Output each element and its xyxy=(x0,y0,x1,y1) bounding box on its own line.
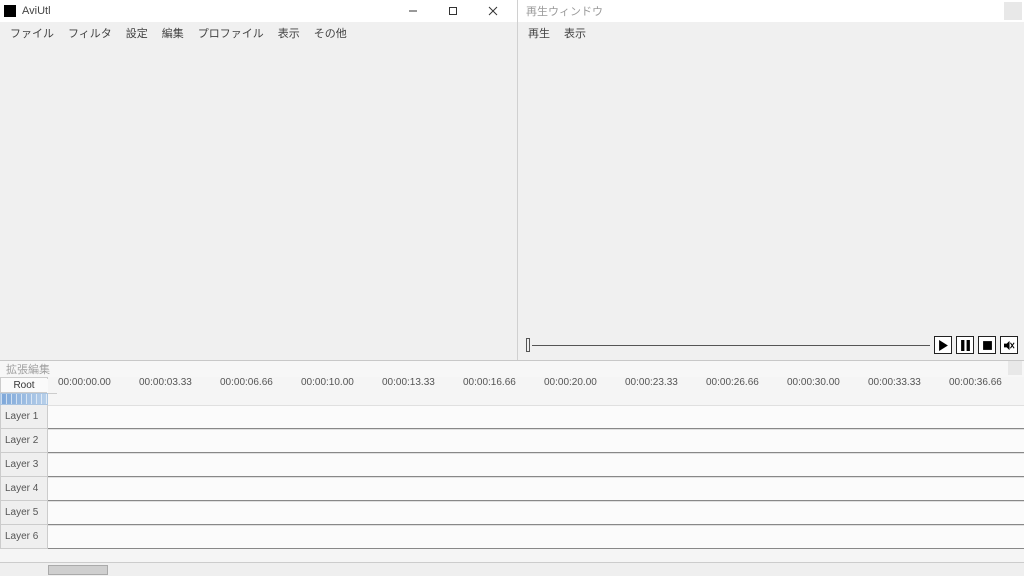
close-button[interactable] xyxy=(473,0,513,22)
main-menubar: ファイル フィルタ 設定 編集 プロファイル 表示 その他 xyxy=(0,22,517,44)
layer-track[interactable] xyxy=(48,405,1024,429)
playback-titlebar[interactable]: 再生ウィンドウ xyxy=(518,0,1024,22)
layer-track[interactable] xyxy=(48,429,1024,453)
timeline-ruler[interactable]: 00:00:00.00 00:00:03.33 00:00:06.66 00:00:1… xyxy=(48,377,1024,393)
layer-label[interactable]: Layer 4 xyxy=(0,477,48,501)
layer-tracks-area[interactable] xyxy=(48,405,1024,562)
menu-filter[interactable]: フィルタ xyxy=(62,23,118,43)
ruler-timecode: 00:00:16.66 xyxy=(463,377,516,388)
pb-menu-play[interactable]: 再生 xyxy=(522,23,556,43)
main-canvas[interactable] xyxy=(0,44,517,360)
timeline-horizontal-scrollbar[interactable] xyxy=(0,562,1024,576)
pause-button[interactable] xyxy=(956,336,974,354)
mute-button[interactable] xyxy=(1000,336,1018,354)
slider-thumb[interactable] xyxy=(526,338,530,352)
slider-track xyxy=(532,345,930,346)
playback-slider[interactable] xyxy=(526,338,930,352)
ruler-timecode: 00:00:20.00 xyxy=(544,377,597,388)
ruler-timecode: 00:00:00.00 xyxy=(58,377,111,388)
playback-title: 再生ウィンドウ xyxy=(526,3,603,19)
menu-edit[interactable]: 編集 xyxy=(156,23,190,43)
maximize-button[interactable] xyxy=(433,0,473,22)
layer-label[interactable]: Layer 1 xyxy=(0,405,48,429)
timeline-root-scene[interactable]: Root × xyxy=(0,377,48,393)
menu-profile[interactable]: プロファイル xyxy=(192,23,270,43)
play-button[interactable] xyxy=(934,336,952,354)
stop-button[interactable] xyxy=(978,336,996,354)
playback-menubar: 再生 表示 xyxy=(518,22,1024,44)
ruler-timecode: 00:00:06.66 xyxy=(220,377,273,388)
minimize-button[interactable] xyxy=(393,0,433,22)
ruler-timecode: 00:00:13.33 xyxy=(382,377,435,388)
menu-settings[interactable]: 設定 xyxy=(120,23,154,43)
playback-window: 再生ウィンドウ 再生 表示 xyxy=(518,0,1024,360)
ruler-timecode: 00:00:26.66 xyxy=(706,377,759,388)
root-label: Root xyxy=(13,380,34,391)
timeline-window: 拡張編集 Root × 00:00:00.0000:00:03.3300:00:… xyxy=(0,360,1024,576)
main-titlebar[interactable]: AviUtl xyxy=(0,0,517,22)
ruler-timecode: 00:00:36.66 xyxy=(949,377,1002,388)
ruler-timecode: 00:00:33.33 xyxy=(868,377,921,388)
layer-label[interactable]: Layer 6 xyxy=(0,525,48,549)
layer-track[interactable] xyxy=(48,501,1024,525)
playback-close-button[interactable] xyxy=(1004,2,1022,20)
ruler-timecode: 00:00:03.33 xyxy=(139,377,192,388)
layer-track[interactable] xyxy=(48,477,1024,501)
timeline-close-button[interactable] xyxy=(1008,361,1022,375)
scrollbar-thumb[interactable] xyxy=(48,565,108,575)
timeline-title: 拡張編集 xyxy=(6,361,50,377)
menu-other[interactable]: その他 xyxy=(308,23,353,43)
layer-track[interactable] xyxy=(48,453,1024,477)
layer-label[interactable]: Layer 2 xyxy=(0,429,48,453)
main-window: AviUtl ファイル フィルタ 設定 編集 プロファイル 表示 その他 xyxy=(0,0,518,360)
layer-label[interactable]: Layer 3 xyxy=(0,453,48,477)
playback-canvas[interactable] xyxy=(518,44,1024,360)
layer-label[interactable]: Layer 5 xyxy=(0,501,48,525)
layer-track[interactable] xyxy=(48,525,1024,549)
timeline-titlebar[interactable]: 拡張編集 xyxy=(0,361,1024,377)
menu-file[interactable]: ファイル xyxy=(4,23,60,43)
ruler-timecode: 00:00:30.00 xyxy=(787,377,840,388)
layer-labels-column: Layer 1Layer 2Layer 3Layer 4Layer 5Layer… xyxy=(0,405,48,562)
app-icon xyxy=(4,5,16,17)
ruler-timecode: 00:00:23.33 xyxy=(625,377,678,388)
ruler-timecode: 00:00:10.00 xyxy=(301,377,354,388)
timeline-zoom-scale[interactable] xyxy=(0,393,48,405)
main-title: AviUtl xyxy=(22,5,393,17)
menu-view[interactable]: 表示 xyxy=(272,23,306,43)
pb-menu-view[interactable]: 表示 xyxy=(558,23,592,43)
